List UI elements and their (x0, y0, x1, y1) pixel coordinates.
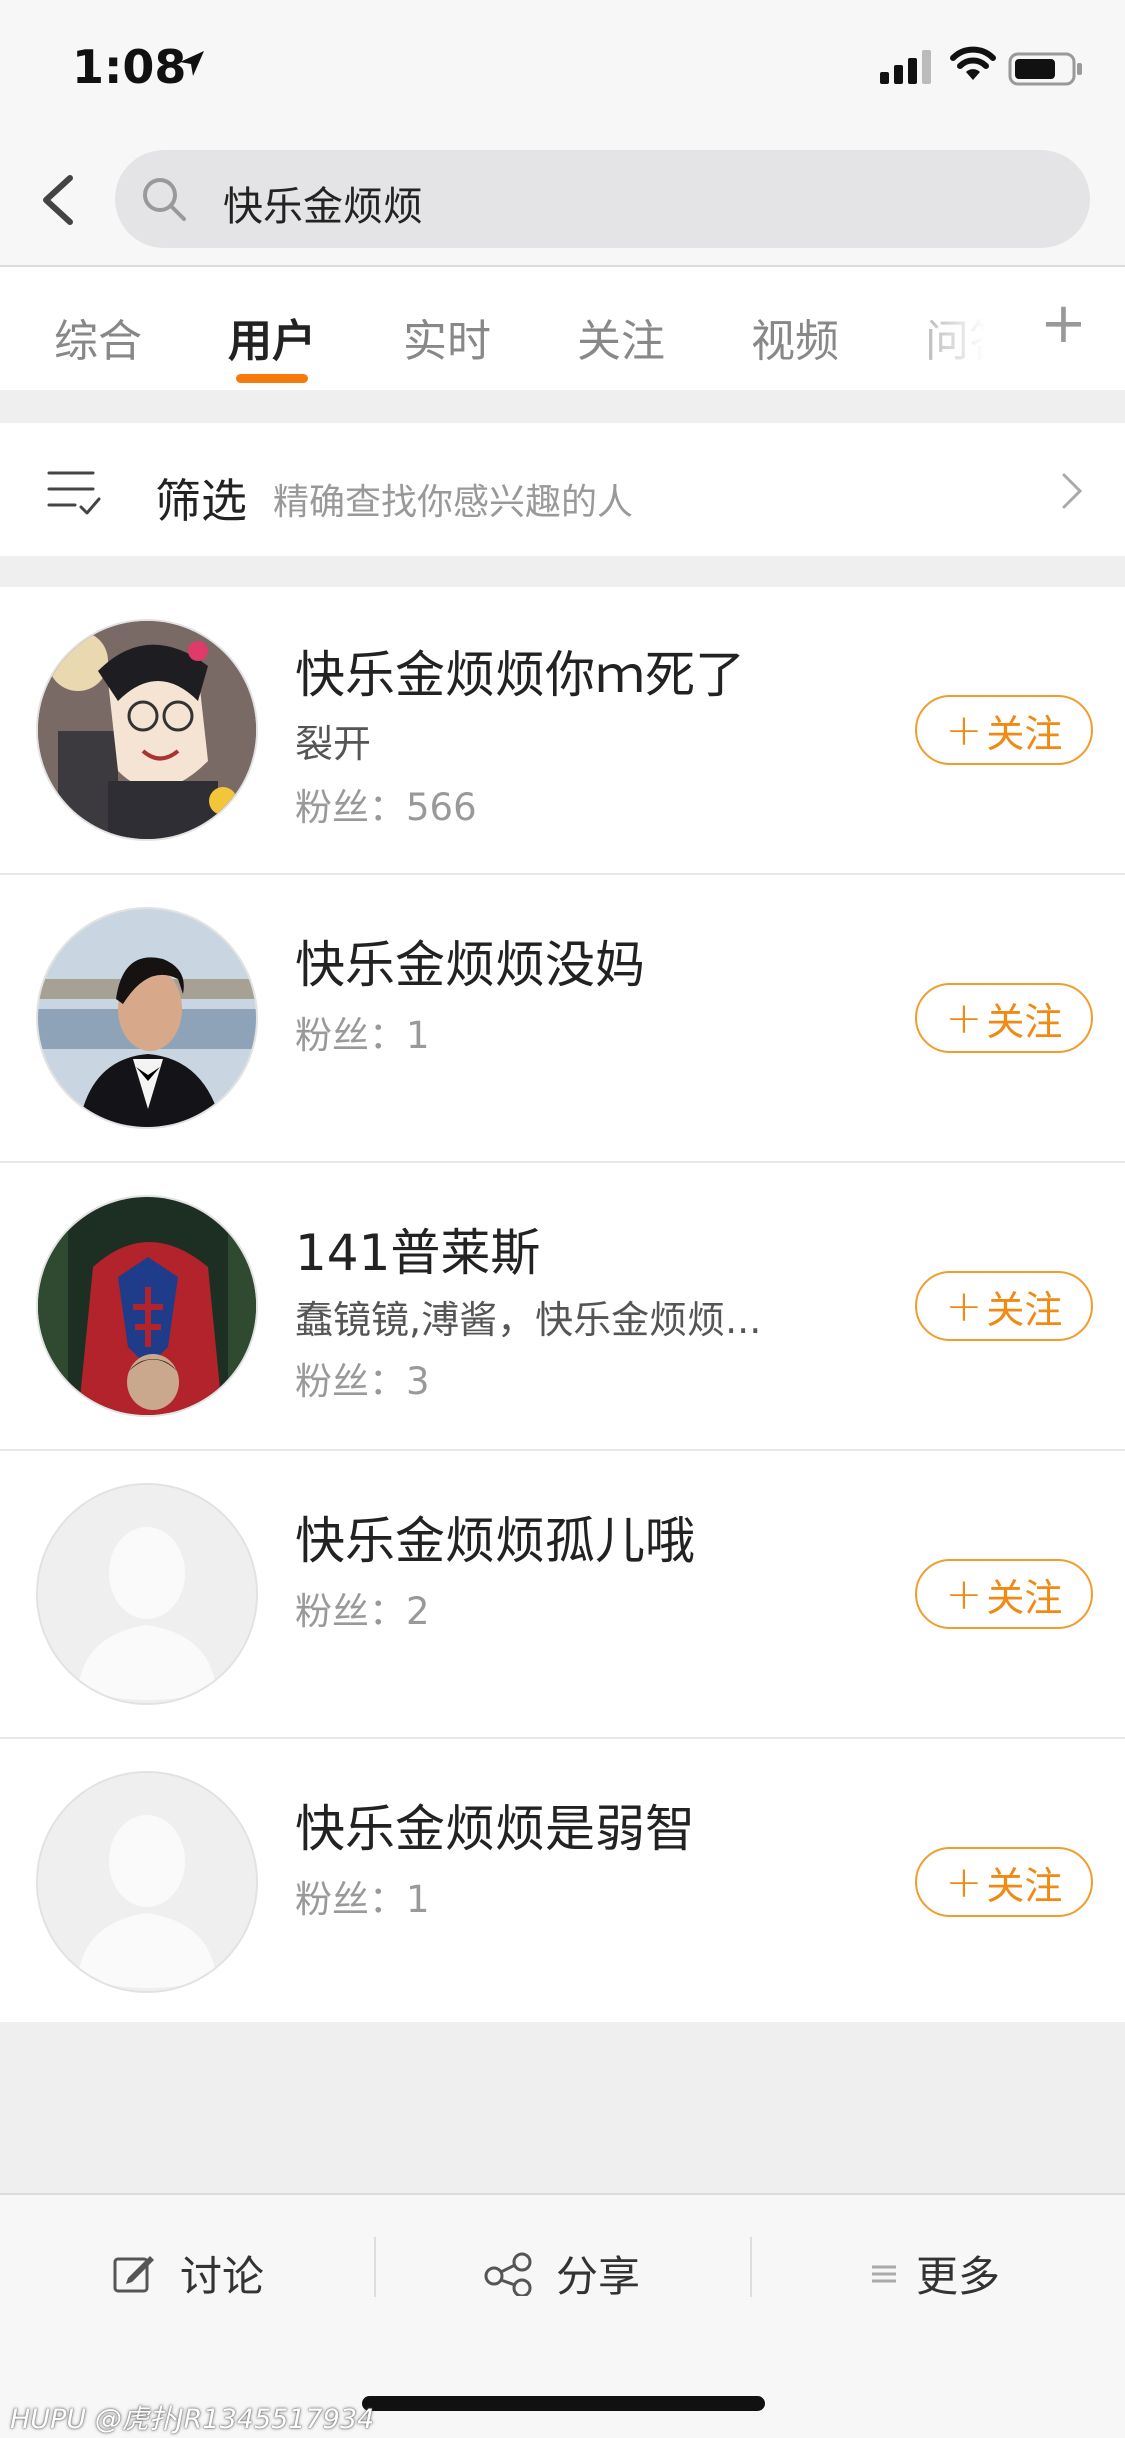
cellular-signal-icon (880, 50, 931, 84)
add-tab-icon[interactable]: + (1040, 291, 1087, 356)
follow-label: 关注 (986, 1575, 1063, 1620)
fans-label: 粉丝： (295, 1878, 406, 1921)
wifi-icon (950, 46, 996, 80)
status-bar: 1:08 (0, 0, 1125, 140)
discuss-button[interactable]: 讨论 (112, 2243, 264, 2304)
user-fans: 粉丝：566 (295, 777, 477, 831)
home-indicator[interactable] (362, 2396, 765, 2411)
divider (374, 2237, 376, 2297)
more-label: 更多 (916, 2252, 1001, 2301)
follow-button[interactable]: + 关注 (915, 1847, 1093, 1917)
follow-label: 关注 (986, 711, 1063, 756)
share-nodes-icon (484, 2252, 532, 2296)
default-person-avatar-icon[interactable] (36, 1771, 258, 1993)
user-row[interactable]: 快乐金烦烦是弱智 粉丝：1 + 关注 (0, 1739, 1125, 2027)
follow-label: 关注 (986, 1287, 1063, 1332)
fans-count: 1 (406, 1878, 430, 1921)
follow-button[interactable]: + 关注 (915, 983, 1093, 1053)
discuss-label: 讨论 (180, 2252, 265, 2301)
fans-count: 566 (406, 786, 477, 829)
share-button[interactable]: 分享 (484, 2243, 640, 2304)
follow-button[interactable]: + 关注 (915, 1559, 1093, 1629)
divider (750, 2237, 752, 2297)
user-name[interactable]: 快乐金烦烦没妈 (295, 925, 645, 997)
follow-label: 关注 (986, 1863, 1063, 1908)
default-person-avatar-icon[interactable] (36, 1483, 258, 1705)
user-row[interactable]: 快乐金烦烦你ｍ死了 裂开 粉丝：566 + 关注 (0, 587, 1125, 875)
man-in-tuxedo-avatar-icon[interactable] (36, 907, 258, 1129)
share-label: 分享 (556, 2252, 641, 2301)
user-name[interactable]: 快乐金烦烦孤儿哦 (295, 1501, 695, 1573)
user-fans: 粉丝：2 (295, 1581, 430, 1635)
tab-general[interactable]: 综合 (54, 305, 142, 369)
fans-label: 粉丝： (295, 786, 406, 829)
search-icon (143, 178, 186, 221)
spiderman-avatar-icon[interactable] (36, 1195, 258, 1417)
search-header: 快乐金烦烦 (0, 140, 1125, 267)
tab-follow[interactable]: 关注 (577, 305, 665, 369)
more-button[interactable]: 更多 (870, 2243, 1000, 2304)
user-description: 蠢镜镜,溥酱，快乐金烦烦... (295, 1298, 762, 1342)
filter-label: 筛选 (155, 474, 247, 528)
filter-hint: 精确查找你感兴趣的人 (273, 482, 634, 523)
fans-label: 粉丝： (295, 1014, 406, 1057)
user-name[interactable]: 快乐金烦烦你ｍ死了 (295, 635, 745, 707)
watermark-text: HUPU @虎扑JR1345517934 (10, 2404, 375, 2435)
plus-icon: + (945, 1856, 983, 1908)
user-list: 快乐金烦烦你ｍ死了 裂开 粉丝：566 + 关注 快乐金烦烦没妈 粉丝：1 + 关注 (0, 587, 1125, 2022)
fans-count: 1 (406, 1014, 430, 1057)
tab-bar: 综合 用户 实时 关注 视频 问答 + (0, 267, 1125, 390)
location-arrow-icon (180, 51, 204, 76)
fans-label: 粉丝： (295, 1360, 406, 1403)
user-name[interactable]: 141普莱斯 (295, 1213, 540, 1285)
user-row[interactable]: 141普莱斯 蠢镜镜,溥酱，快乐金烦烦... 粉丝：3 + 关注 (0, 1163, 1125, 1451)
fans-count: 2 (406, 1590, 430, 1633)
menu-lines-icon (872, 2265, 896, 2282)
search-input[interactable]: 快乐金烦烦 (115, 150, 1090, 248)
follow-button[interactable]: + 关注 (915, 695, 1093, 765)
fans-count: 3 (406, 1360, 430, 1403)
search-query: 快乐金烦烦 (223, 184, 423, 230)
plus-icon: + (945, 992, 983, 1044)
user-row[interactable]: 快乐金烦烦没妈 粉丝：1 + 关注 (0, 875, 1125, 1163)
chevron-right-icon (1062, 473, 1083, 509)
battery-icon (1008, 52, 1082, 86)
filter-row[interactable]: 筛选 精确查找你感兴趣的人 (0, 423, 1125, 556)
plus-icon: + (945, 1568, 983, 1620)
tab-video[interactable]: 视频 (751, 305, 839, 369)
plus-icon: + (945, 704, 983, 756)
tab-users[interactable]: 用户 (228, 305, 316, 369)
tab-fade-overlay (880, 267, 1030, 390)
fans-label: 粉丝： (295, 1590, 406, 1633)
user-fans: 粉丝：3 (295, 1351, 430, 1405)
user-description: 裂开 (295, 722, 372, 766)
active-tab-indicator (236, 374, 308, 383)
back-arrow-icon[interactable] (30, 170, 90, 230)
filter-list-icon (47, 471, 101, 515)
compose-icon (113, 2255, 154, 2292)
status-time: 1:08 (72, 40, 187, 94)
user-name[interactable]: 快乐金烦烦是弱智 (295, 1789, 695, 1861)
follow-button[interactable]: + 关注 (915, 1271, 1093, 1341)
tab-realtime[interactable]: 实时 (403, 305, 491, 369)
user-row[interactable]: 快乐金烦烦孤儿哦 粉丝：2 + 关注 (0, 1451, 1125, 1739)
follow-label: 关注 (986, 999, 1063, 1044)
user-fans: 粉丝：1 (295, 1869, 430, 1923)
anime-girl-avatar-icon[interactable] (36, 619, 258, 841)
plus-icon: + (945, 1280, 983, 1332)
user-fans: 粉丝：1 (295, 1005, 430, 1059)
